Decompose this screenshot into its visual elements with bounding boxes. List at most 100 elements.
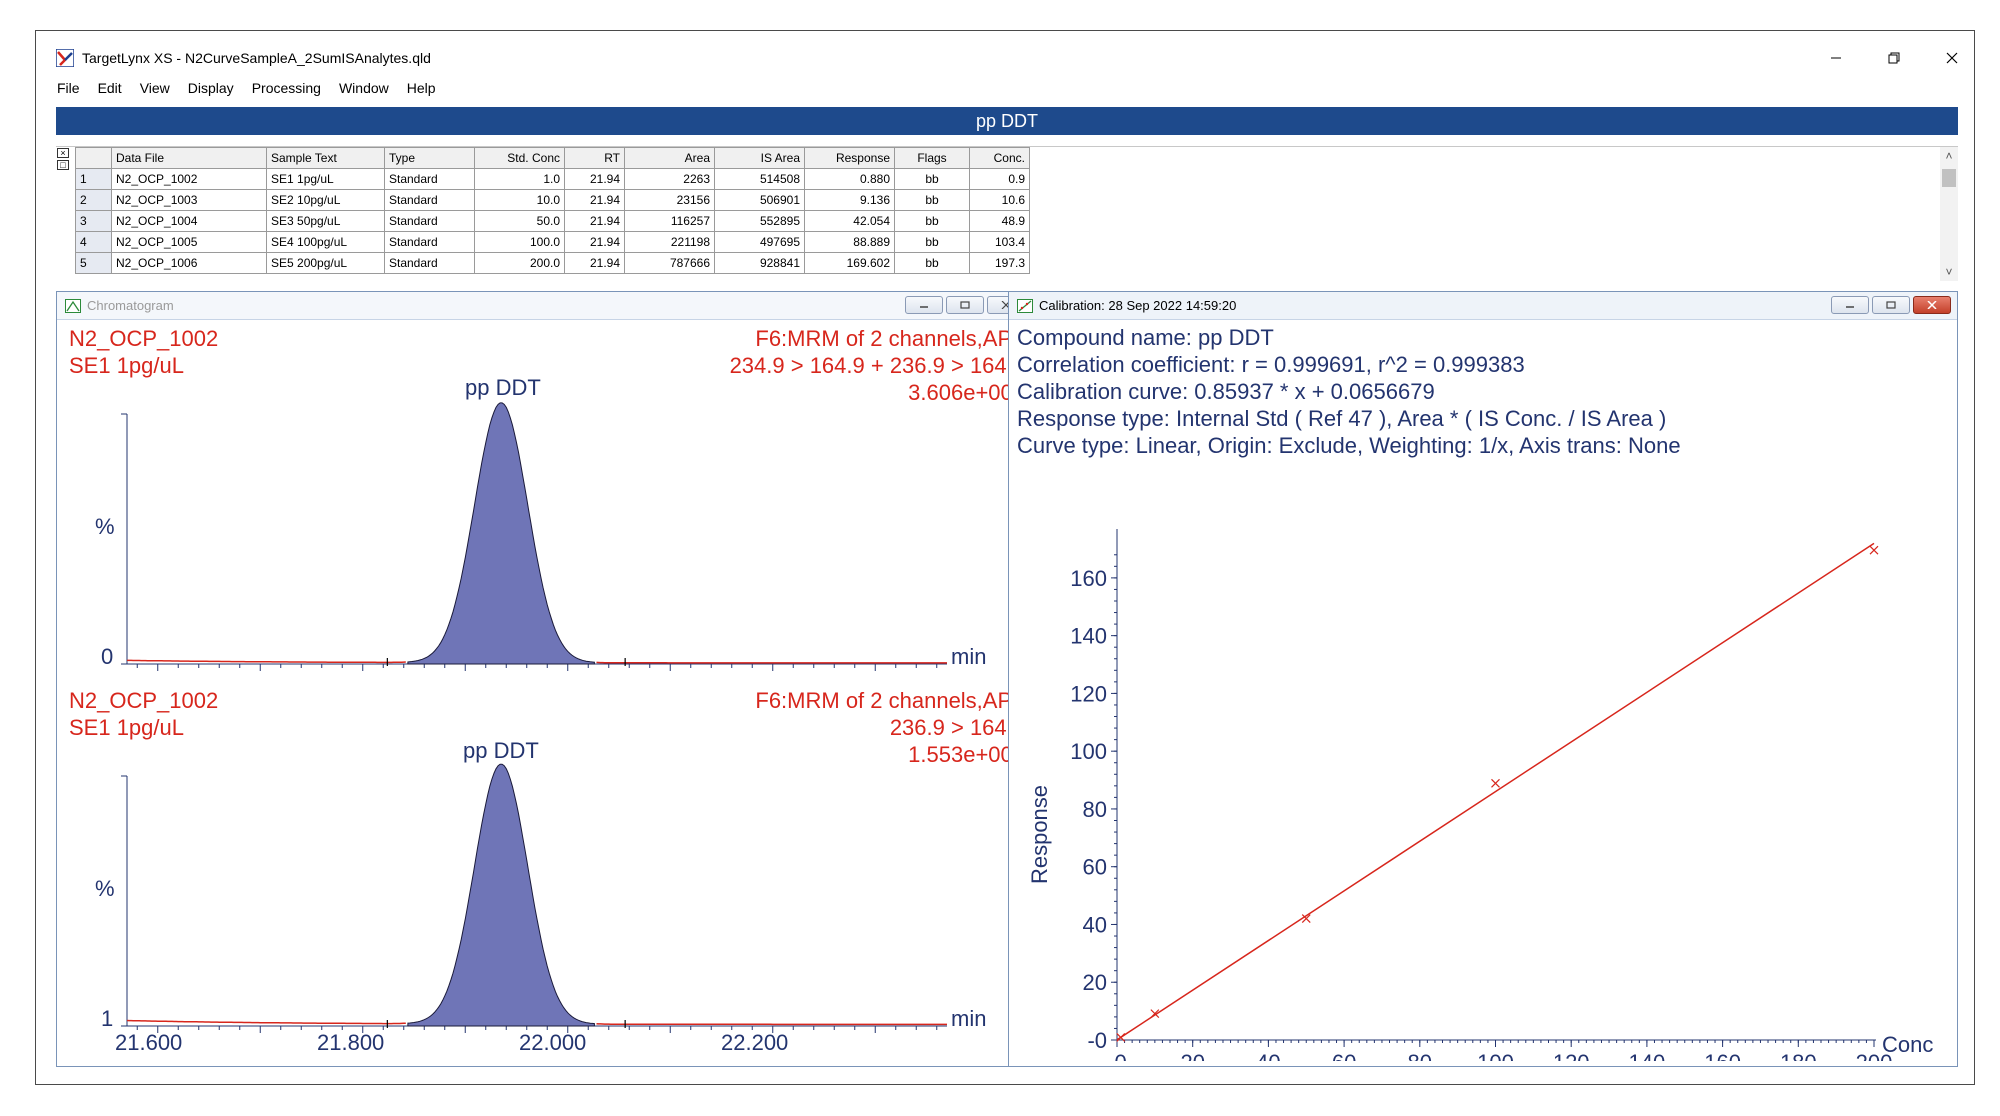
row-number[interactable]: 2 [75,189,112,211]
cell-data-file[interactable]: N2_OCP_1006 [111,252,267,274]
calibration-minimize-button[interactable] [1831,296,1869,314]
row-number[interactable]: 5 [75,252,112,274]
cell-is-area[interactable]: 552895 [714,210,805,232]
cell-type[interactable]: Standard [384,252,475,274]
table-row[interactable]: 1 N2_OCP_1002 SE1 1pg/uL Standard 1.0 21… [75,168,1030,190]
cell-rt[interactable]: 21.94 [564,168,625,190]
cell-sample-text[interactable]: SE2 10pg/uL [266,189,385,211]
column-header-response[interactable]: Response [804,147,895,169]
calibration-close-button[interactable] [1913,296,1951,314]
x-tick-label: 40 [1256,1050,1280,1061]
cell-response[interactable]: 42.054 [804,210,895,232]
cell-sample-text[interactable]: SE4 100pg/uL [266,231,385,253]
compound-banner[interactable]: pp DDT [56,107,1958,135]
cell-conc[interactable]: 103.4 [969,231,1030,253]
row-number[interactable]: 3 [75,210,112,232]
row-number[interactable]: 1 [75,168,112,190]
scrollbar-thumb[interactable] [1942,169,1956,187]
row-number[interactable]: 4 [75,231,112,253]
scroll-down-arrow-icon[interactable]: ˅ [1940,263,1958,281]
column-header-std-conc[interactable]: Std. Conc [474,147,565,169]
column-header-area[interactable]: Area [624,147,715,169]
table-row[interactable]: 5 N2_OCP_1006 SE5 200pg/uL Standard 200.… [75,252,1030,274]
chromatogram-maximize-button[interactable] [946,296,984,314]
table-row[interactable]: 4 N2_OCP_1005 SE4 100pg/uL Standard 100.… [75,231,1030,253]
cell-data-file[interactable]: N2_OCP_1005 [111,231,267,253]
table-restore-button[interactable]: □ [57,160,69,170]
column-header-type[interactable]: Type [384,147,475,169]
cell-response[interactable]: 169.602 [804,252,895,274]
cell-area[interactable]: 116257 [624,210,715,232]
column-header-flags[interactable]: Flags [894,147,970,169]
cell-is-area[interactable]: 497695 [714,231,805,253]
cell-type[interactable]: Standard [384,210,475,232]
cell-rt[interactable]: 21.94 [564,189,625,211]
table-close-button[interactable]: × [57,148,69,158]
cell-response[interactable]: 9.136 [804,189,895,211]
menu-edit[interactable]: Edit [89,77,131,99]
cell-sample-text[interactable]: SE5 200pg/uL [266,252,385,274]
cell-std-conc[interactable]: 200.0 [474,252,565,274]
menu-window[interactable]: Window [330,77,398,99]
cell-response[interactable]: 0.880 [804,168,895,190]
cell-flags[interactable]: bb [894,231,970,253]
close-button[interactable] [1934,45,1970,71]
cell-conc[interactable]: 197.3 [969,252,1030,274]
cell-flags[interactable]: bb [894,189,970,211]
cell-area[interactable]: 787666 [624,252,715,274]
cell-std-conc[interactable]: 50.0 [474,210,565,232]
cell-area[interactable]: 23156 [624,189,715,211]
cell-rt[interactable]: 21.94 [564,231,625,253]
cell-data-file[interactable]: N2_OCP_1004 [111,210,267,232]
chromatogram-plot-area[interactable]: N2_OCP_1002 SE1 1pg/uL F6:MRM of 2 chann… [67,324,1025,1061]
column-header-rt[interactable]: RT [564,147,625,169]
menu-help[interactable]: Help [398,77,445,99]
menu-file[interactable]: File [48,77,89,99]
calibration-titlebar[interactable]: Calibration: 28 Sep 2022 14:59:20 [1009,292,1957,320]
cell-std-conc[interactable]: 100.0 [474,231,565,253]
restore-button[interactable] [1876,45,1912,71]
table-scrollbar[interactable]: ˄ ˅ [1940,147,1958,281]
column-header-conc[interactable]: Conc. [969,147,1030,169]
cell-sample-text[interactable]: SE3 50pg/uL [266,210,385,232]
cell-rt[interactable]: 21.94 [564,210,625,232]
scroll-up-arrow-icon[interactable]: ˄ [1940,147,1958,165]
cell-data-file[interactable]: N2_OCP_1002 [111,168,267,190]
cell-conc[interactable]: 0.9 [969,168,1030,190]
cell-std-conc[interactable]: 10.0 [474,189,565,211]
cell-conc[interactable]: 10.6 [969,189,1030,211]
cell-flags[interactable]: bb [894,252,970,274]
cell-area[interactable]: 221198 [624,231,715,253]
cell-rt[interactable]: 21.94 [564,252,625,274]
minimize-button[interactable] [1818,45,1854,71]
column-header-is-area[interactable]: IS Area [714,147,805,169]
table-row[interactable]: 3 N2_OCP_1004 SE3 50pg/uL Standard 50.0 … [75,210,1030,232]
calibration-plot-area[interactable]: Compound name: pp DDT Correlation coeffi… [1017,324,1937,1061]
trace1-peak-label: pp DDT [465,375,541,400]
calibration-maximize-button[interactable] [1872,296,1910,314]
table-row[interactable]: 2 N2_OCP_1003 SE2 10pg/uL Standard 10.0 … [75,189,1030,211]
cell-type[interactable]: Standard [384,168,475,190]
chromatogram-minimize-button[interactable] [905,296,943,314]
cell-response[interactable]: 88.889 [804,231,895,253]
cell-data-file[interactable]: N2_OCP_1003 [111,189,267,211]
cell-flags[interactable]: bb [894,210,970,232]
cell-std-conc[interactable]: 1.0 [474,168,565,190]
cell-is-area[interactable]: 514508 [714,168,805,190]
column-header-row-number[interactable] [75,147,112,169]
menu-display[interactable]: Display [179,77,243,99]
chromatogram-titlebar[interactable]: Chromatogram [57,292,1031,320]
trace1-x-unit: min [951,644,987,669]
column-header-data-file[interactable]: Data File [111,147,267,169]
column-header-sample-text[interactable]: Sample Text [266,147,385,169]
cell-type[interactable]: Standard [384,231,475,253]
cell-flags[interactable]: bb [894,168,970,190]
menu-processing[interactable]: Processing [243,77,330,99]
cell-sample-text[interactable]: SE1 1pg/uL [266,168,385,190]
cell-is-area[interactable]: 928841 [714,252,805,274]
cell-type[interactable]: Standard [384,189,475,211]
cell-conc[interactable]: 48.9 [969,210,1030,232]
cell-is-area[interactable]: 506901 [714,189,805,211]
menu-view[interactable]: View [131,77,179,99]
cell-area[interactable]: 2263 [624,168,715,190]
